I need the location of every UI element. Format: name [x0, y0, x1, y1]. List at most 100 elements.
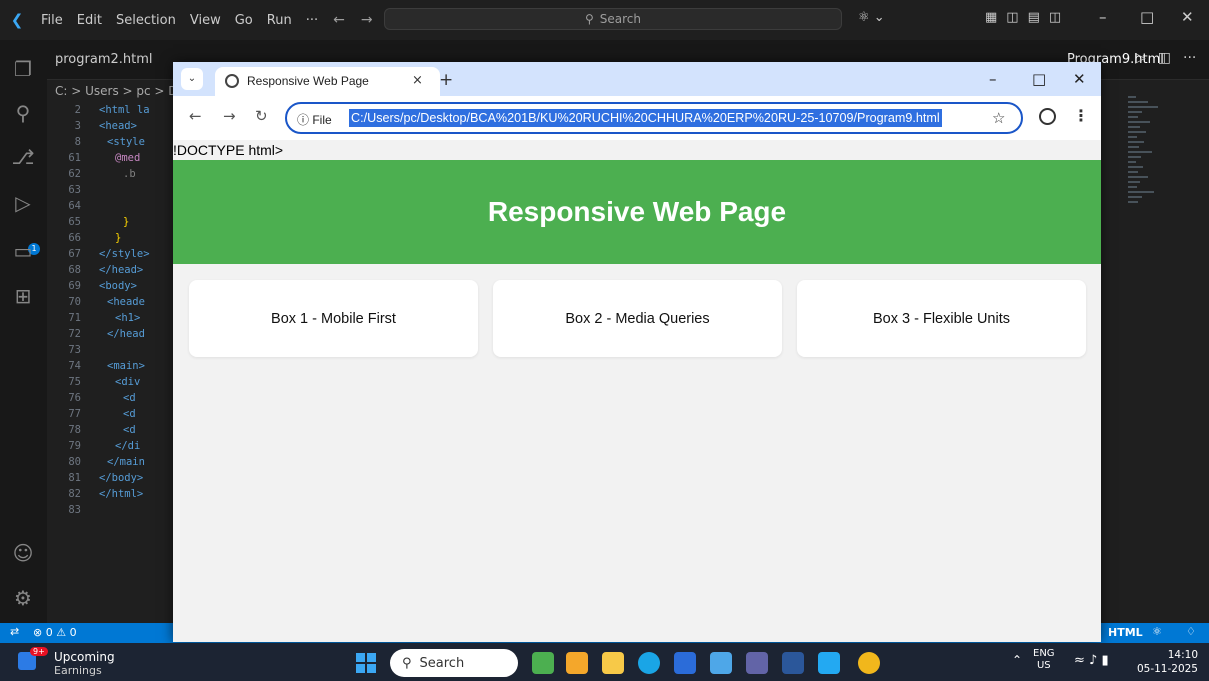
toggle-sidebar-icon[interactable]: ◫ [1006, 10, 1018, 25]
chrome-forward-icon[interactable]: → [223, 107, 236, 125]
code-line: 70 <heade [47, 294, 145, 310]
run-debug-icon[interactable]: ▷ [10, 190, 36, 216]
tab-search-chevron-icon[interactable]: ⌄ [181, 68, 203, 90]
line-number: 68 [68, 264, 81, 276]
forward-arrow-icon[interactable]: → [353, 12, 381, 28]
web-page: !DOCTYPE html> Responsive Web Page Box 1… [173, 140, 1101, 642]
wifi-sound-battery-icon[interactable]: ≈ ♪ ▮ [1074, 653, 1109, 668]
language-mode[interactable]: HTML [1108, 626, 1143, 639]
new-tab-button[interactable]: + [439, 70, 453, 90]
account-icon[interactable]: ☺ [10, 540, 36, 566]
tray-overflow-icon[interactable]: ⌃ [1012, 653, 1022, 667]
menu-edit[interactable]: Edit [70, 13, 109, 28]
address-bar[interactable]: ⓘ File C:/Users/pc/Desktop/BCA%201B/KU%2… [285, 102, 1023, 134]
close-icon[interactable]: ✕ [1181, 8, 1194, 26]
teams-icon[interactable] [746, 652, 768, 674]
pinned-app-icon[interactable] [566, 652, 588, 674]
search-icon: ⚲ [402, 655, 412, 671]
chrome-active-tab[interactable]: Responsive Web Page × [215, 67, 440, 96]
tab-close-icon[interactable]: × [412, 73, 423, 88]
site-info-chip[interactable]: ⓘ File [297, 111, 332, 128]
stray-doctype-text: !DOCTYPE html> [173, 142, 284, 158]
taskbar-clock[interactable]: 14:10 05-11-2025 [1136, 648, 1198, 676]
copilot-status-icon[interactable]: ⚛ [1152, 625, 1162, 638]
menu-selection[interactable]: Selection [109, 13, 183, 28]
source-control-icon[interactable]: ⎇ [10, 144, 36, 170]
pinned-app-icon[interactable] [710, 652, 732, 674]
chrome-menu-icon[interactable]: ⋮ [1073, 106, 1089, 125]
minimap-line [1128, 146, 1139, 148]
code-text: </head> [99, 264, 144, 276]
menu-run[interactable]: Run [260, 13, 299, 28]
toggle-panel-icon[interactable]: ▤ [1028, 10, 1040, 25]
box-flexible-units: Box 3 - Flexible Units [797, 280, 1086, 357]
notifications-bell-icon[interactable]: ♢ [1186, 625, 1196, 638]
problems-indicator[interactable]: ⊗ 0 ⚠ 0 [33, 626, 77, 639]
more-actions-icon[interactable]: ··· [1183, 50, 1196, 66]
extensions-icon[interactable]: ⊞ [10, 283, 36, 309]
search-icon: ⚲ [584, 12, 594, 26]
maximize-icon[interactable]: □ [1140, 8, 1154, 26]
desktop-screen: ❮ File Edit Selection View Go Run ··· ← … [0, 0, 1209, 681]
remote-indicator-icon[interactable]: ⇄ [10, 625, 19, 638]
chrome-minimize-icon[interactable]: – [989, 70, 997, 88]
tab-program2[interactable]: program2.html [55, 40, 153, 80]
explorer-icon[interactable]: ❐ [10, 56, 36, 82]
minimize-icon[interactable]: – [1099, 8, 1107, 26]
store-icon[interactable] [674, 652, 696, 674]
code-text: <d [123, 408, 136, 420]
file-explorer-icon[interactable] [602, 652, 624, 674]
code-line: 79 </di [47, 438, 140, 454]
remote-explorer-icon[interactable]: ▭ [10, 238, 36, 264]
edge-browser-icon[interactable] [638, 652, 660, 674]
chrome-reload-icon[interactable]: ↻ [255, 107, 268, 125]
toggle-secondary-sidebar-icon[interactable]: ◫ [1049, 10, 1061, 25]
menu-file[interactable]: File [34, 13, 70, 28]
menu-go[interactable]: Go [228, 13, 260, 28]
vscode-taskbar-icon[interactable] [818, 652, 840, 674]
chrome-tab-title: Responsive Web Page [247, 74, 369, 88]
customize-layout-icon[interactable]: ▦ [985, 10, 997, 25]
minimap-line [1128, 111, 1142, 113]
input-language[interactable]: ENG US [1033, 648, 1055, 672]
code-text: </style> [99, 248, 150, 260]
chrome-back-icon[interactable]: ← [189, 107, 202, 125]
menu-more[interactable]: ··· [299, 13, 325, 28]
chrome-taskbar-icon[interactable] [858, 652, 880, 674]
code-line: 71 <h1> [47, 310, 140, 326]
minimap-line [1128, 176, 1148, 178]
breadcrumb[interactable]: C: > Users > pc > D [55, 80, 178, 102]
globe-icon [225, 74, 239, 88]
back-arrow-icon[interactable]: ← [325, 12, 353, 28]
code-line: 80 </main [47, 454, 145, 470]
minimap-line [1128, 186, 1137, 188]
run-file-icon[interactable]: ▷ [1135, 50, 1146, 66]
address-url[interactable]: C:/Users/pc/Desktop/BCA%201B/KU%20RUCHI%… [349, 109, 942, 127]
line-number: 76 [68, 392, 81, 404]
word-icon[interactable] [782, 652, 804, 674]
code-line: 67 </style> [47, 246, 150, 262]
menu-view[interactable]: View [183, 13, 228, 28]
code-line: 64 [47, 198, 91, 214]
command-center-search[interactable]: ⚲ Search [384, 8, 842, 30]
chrome-tab-strip: ⌄ Responsive Web Page × + – □ ✕ [173, 62, 1101, 96]
split-editor-icon[interactable]: ◫ [1158, 50, 1171, 66]
bookmark-star-icon[interactable]: ☆ [992, 109, 1005, 127]
chrome-close-icon[interactable]: ✕ [1073, 70, 1086, 88]
pinned-app-icon[interactable] [532, 652, 554, 674]
copilot-icon[interactable]: ⚛ ⌄ [858, 10, 885, 25]
page-title: Responsive Web Page [487, 196, 787, 227]
widget-subtitle: Earnings [54, 664, 102, 677]
code-line: 75 <div [47, 374, 140, 390]
code-text: <style [107, 136, 145, 148]
search-icon[interactable]: ⚲ [10, 100, 36, 126]
chrome-maximize-icon[interactable]: □ [1032, 70, 1046, 88]
profile-avatar-icon[interactable] [1039, 108, 1056, 125]
settings-gear-icon[interactable]: ⚙ [10, 585, 36, 611]
taskbar-search[interactable]: ⚲ Search [390, 649, 518, 677]
minimap[interactable] [1100, 80, 1209, 623]
code-editor[interactable]: 2 <html la 3 <head> 8 <style 61 @med 62 .b 63 64 65}… [47, 100, 177, 623]
news-widget[interactable]: 9+ Upcoming Earnings [18, 647, 138, 678]
minimap-line [1128, 181, 1140, 183]
start-button-icon[interactable] [356, 653, 376, 673]
